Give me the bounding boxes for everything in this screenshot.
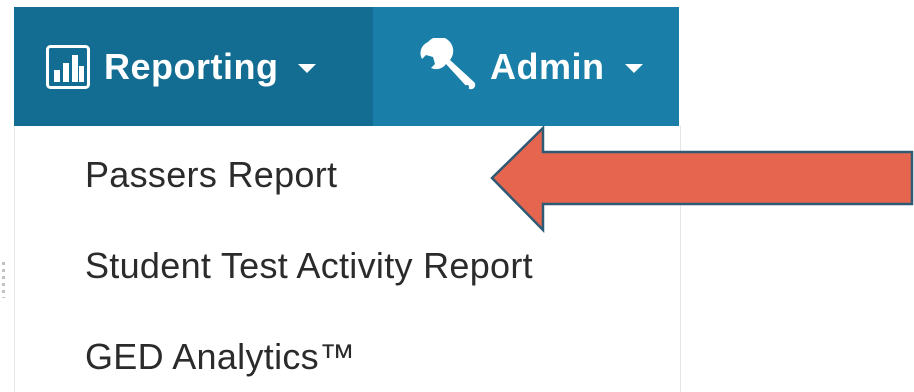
left-arrow-icon — [490, 125, 914, 234]
screenshot-stage: Reporting Admin Passers Report Student T… — [0, 0, 914, 392]
edge-divider-mark — [2, 262, 5, 298]
